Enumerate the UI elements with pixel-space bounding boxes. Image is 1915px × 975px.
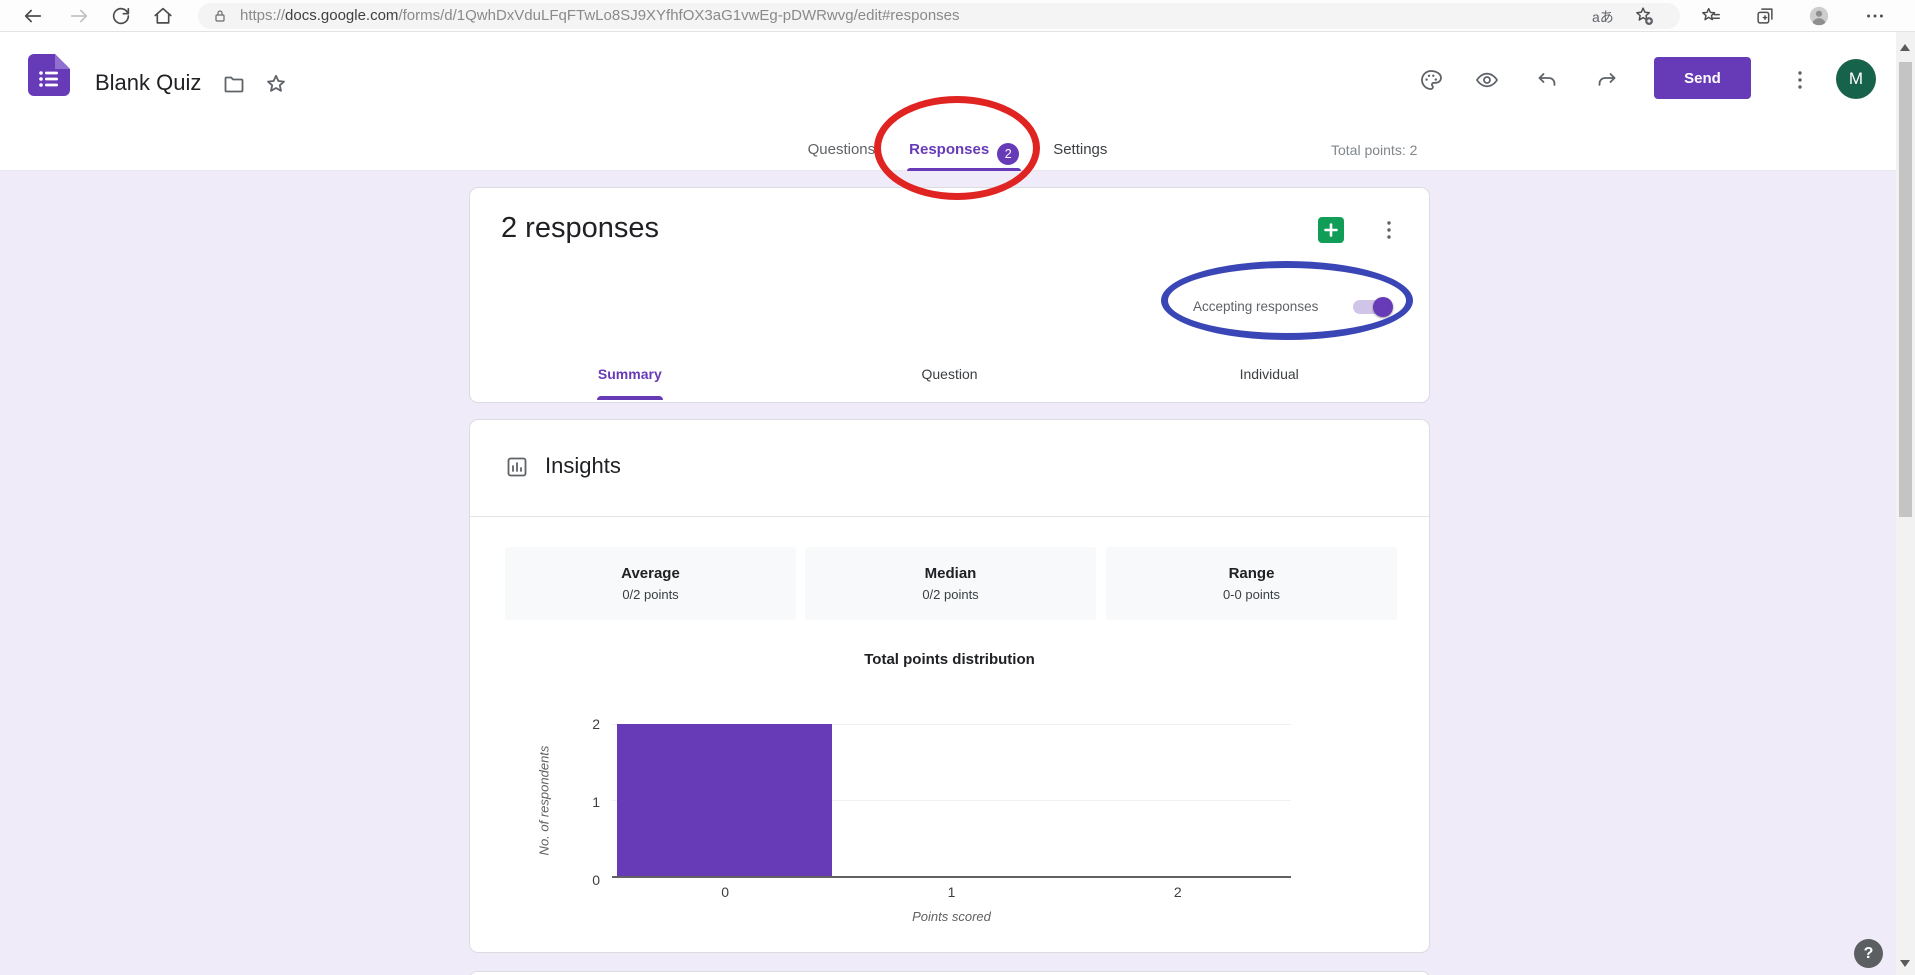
translate-icon[interactable]: aあ	[1592, 7, 1614, 27]
divider	[470, 516, 1429, 517]
chart-x-axis-label: Points scored	[612, 909, 1291, 924]
responses-more-icon[interactable]	[1377, 218, 1401, 242]
more-options-icon[interactable]	[1788, 68, 1812, 92]
screen: https://docs.google.com/forms/d/1QwhDxVd…	[0, 0, 1915, 975]
google-forms-logo[interactable]	[28, 54, 70, 96]
customize-theme-icon[interactable]	[1419, 68, 1443, 92]
main-tab-bar: Questions Responses 2 Settings	[0, 138, 1915, 171]
lock-icon[interactable]	[212, 8, 228, 24]
subtab-question[interactable]: Question	[790, 354, 1110, 402]
scrollbar-track[interactable]	[1896, 32, 1915, 975]
stat-average: Average 0/2 points	[505, 547, 796, 620]
collections-icon[interactable]	[1754, 5, 1776, 27]
next-card-edge	[469, 971, 1430, 975]
redo-icon[interactable]	[1595, 68, 1619, 92]
x-tick-label: 0	[612, 884, 838, 900]
tab-responses[interactable]: Responses 2	[907, 138, 1021, 171]
url-text[interactable]: https://docs.google.com/forms/d/1QwhDxVd…	[240, 0, 960, 32]
form-title[interactable]: Blank Quiz	[95, 70, 201, 96]
tab-settings[interactable]: Settings	[1051, 138, 1109, 171]
stat-range-value: 0-0 points	[1223, 587, 1280, 602]
refresh-icon[interactable]	[110, 5, 132, 27]
help-button[interactable]: ?	[1854, 939, 1883, 968]
url-host: docs.google.com	[285, 7, 398, 24]
stat-range-label: Range	[1229, 565, 1275, 582]
undo-icon[interactable]	[1535, 68, 1559, 92]
url-scheme: https://	[240, 7, 285, 24]
favorites-bar-icon[interactable]	[1700, 5, 1722, 27]
browser-toolbar: https://docs.google.com/forms/d/1QwhDxVd…	[0, 0, 1915, 32]
star-form-icon[interactable]	[264, 72, 288, 96]
stat-median-label: Median	[925, 565, 977, 582]
y-tick-label: 1	[566, 794, 600, 810]
insights-card: Insights Average 0/2 points Median 0/2 p…	[469, 419, 1430, 953]
scroll-down-arrow[interactable]	[1900, 960, 1910, 967]
browser-profile-avatar[interactable]	[1808, 5, 1830, 27]
view-in-sheets-icon[interactable]	[1317, 216, 1345, 244]
chart-plot-area	[612, 724, 1291, 878]
stat-average-label: Average	[621, 565, 680, 582]
scrollbar-thumb[interactable]	[1899, 62, 1912, 517]
home-icon[interactable]	[152, 5, 174, 27]
move-to-folder-icon[interactable]	[222, 72, 246, 96]
forward-icon[interactable]	[68, 5, 90, 27]
stat-median: Median 0/2 points	[805, 547, 1096, 620]
tab-responses-label: Responses	[909, 141, 989, 158]
chart-y-axis-label: No. of respondents	[537, 716, 552, 886]
y-tick-label: 2	[566, 716, 600, 732]
forms-header: Blank Quiz Send M Questions Responses 2 S…	[0, 32, 1915, 171]
x-tick-label: 2	[1065, 884, 1291, 900]
accepting-responses-toggle[interactable]	[1353, 300, 1390, 314]
stat-range: Range 0-0 points	[1106, 547, 1397, 620]
y-tick-label: 0	[566, 872, 600, 888]
account-avatar[interactable]: M	[1836, 59, 1876, 99]
chart-x-ticks: 012	[612, 884, 1291, 900]
total-points-label: Total points: 2	[1331, 142, 1417, 158]
insights-title: Insights	[545, 453, 621, 479]
subtab-summary[interactable]: Summary	[470, 354, 790, 402]
subtab-individual[interactable]: Individual	[1109, 354, 1429, 402]
accepting-responses-label: Accepting responses	[1193, 299, 1318, 314]
chart-y-ticks: 012	[566, 724, 600, 880]
stat-median-value: 0/2 points	[922, 587, 978, 602]
responses-subtabs: Summary Question Individual	[470, 354, 1429, 402]
scroll-up-arrow[interactable]	[1900, 44, 1910, 51]
responses-summary-card: 2 responses Accepting responses Summary …	[469, 187, 1430, 403]
add-favorite-icon[interactable]	[1633, 5, 1655, 27]
responses-count-title: 2 responses	[501, 212, 659, 245]
insights-chart-icon	[505, 455, 529, 479]
url-path: /forms/d/1QwhDxVduLFqFTwLo8SJ9XYfhfOX3aG…	[398, 7, 959, 24]
preview-icon[interactable]	[1475, 68, 1499, 92]
chart-title: Total points distribution	[470, 651, 1429, 668]
x-tick-label: 1	[838, 884, 1064, 900]
send-button[interactable]: Send	[1654, 57, 1751, 99]
stat-average-value: 0/2 points	[622, 587, 678, 602]
browser-menu-icon[interactable]	[1864, 5, 1886, 27]
chart-bar-0	[617, 724, 832, 876]
responses-count-badge: 2	[997, 143, 1019, 165]
back-icon[interactable]	[22, 5, 44, 27]
tab-questions[interactable]: Questions	[806, 138, 878, 171]
toggle-knob	[1373, 297, 1393, 317]
